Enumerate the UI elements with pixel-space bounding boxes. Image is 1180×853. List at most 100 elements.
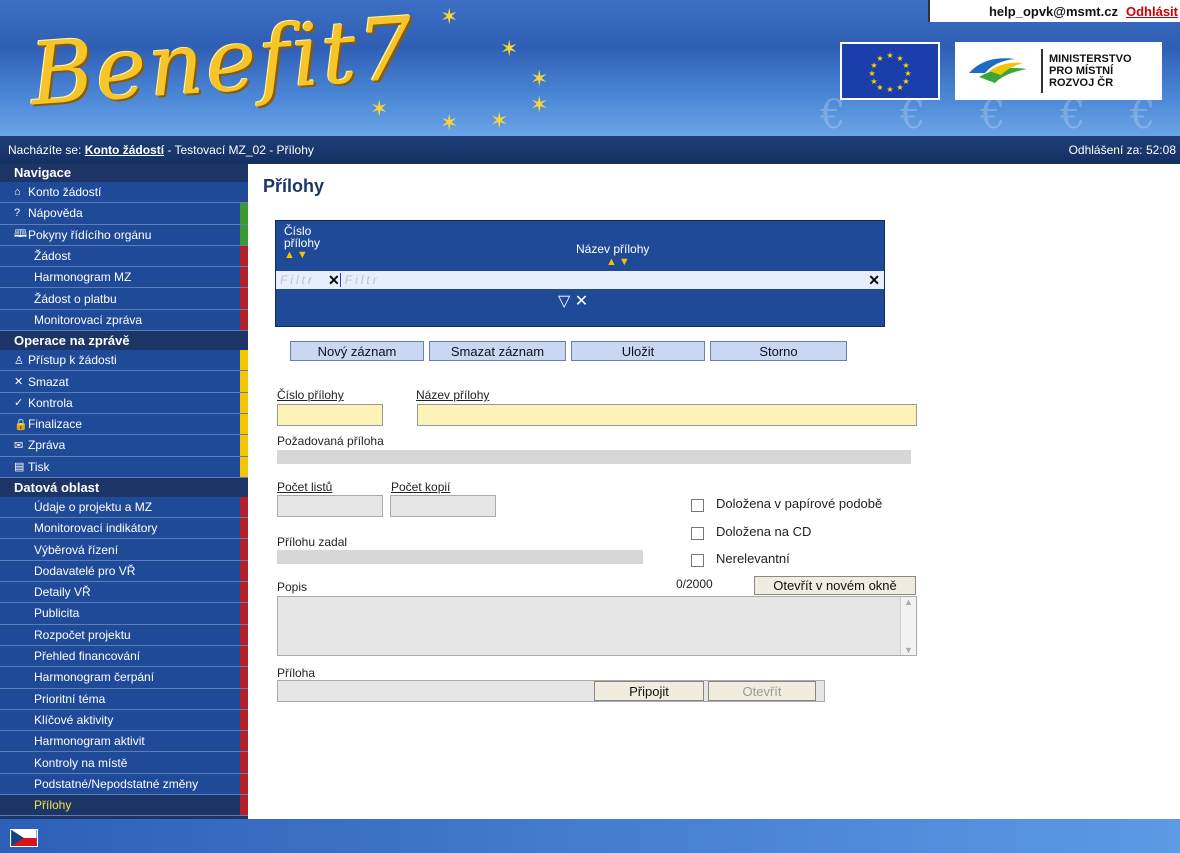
sidebar-item[interactable]: Monitorovací zpráva [0,309,248,332]
new-record-button[interactable]: Nový záznam [290,341,424,361]
cancel-button[interactable]: Storno [710,341,847,361]
nav-list: ⌂ Konto žádostí? Nápověda 🕮 Pokyny řídícího … [0,182,248,332]
nazev-input[interactable] [417,404,917,426]
scroll-down-icon[interactable]: ▼ [901,645,916,655]
sidebar-item[interactable]: Klíčové aktivity [0,709,248,732]
sidebar-item-label: Publicita [34,606,80,621]
textarea-scrollbar[interactable]: ▲ ▼ [900,597,916,655]
pocet-listu-label: Počet listů [277,480,333,494]
czech-flag-icon[interactable] [10,829,38,847]
help-icon: ? [14,207,21,220]
sidebar-item[interactable]: Prioritní téma [0,688,248,710]
main-content: Přílohy Číslo přílohy ▲▼ Název přílohy ▲… [248,164,1180,819]
sidebar-item-label: Detaily VŘ [34,585,91,600]
zadal-label: Přílohu zadal [277,535,348,549]
sidebar-item[interactable]: Publicita [0,603,248,625]
sidebar-item[interactable]: Harmonogram čerpání [0,667,248,689]
sidebar-item[interactable]: Přílohy [0,795,248,817]
ministry-line: MINISTERSTVO [1049,53,1132,65]
pocet-listu-input[interactable] [277,495,383,517]
breadcrumb-rest: - Testovací MZ_02 - Přílohy [167,143,314,157]
sidebar-item-label: Výběrová řízení [34,542,119,557]
clear-filter-icon[interactable]: ✕ [868,272,880,289]
sidebar-item-label: Přehled financování [34,649,141,664]
sidebar-item-marker [240,350,248,371]
sidebar-item-marker [240,267,248,288]
sidebar-item[interactable]: Kontroly na místě [0,752,248,774]
pocet-kopii-input[interactable] [390,495,496,517]
sidebar-item[interactable]: ✓ Kontrola [0,392,248,414]
ops-list: ♙ Přístup k žádosti ✕ Smazat ✓ Kontrola 🔒 Final… [0,350,248,478]
sidebar-item[interactable]: ♙ Přístup k žádosti [0,350,248,372]
sidebar-item-marker [240,203,248,224]
sidebar-item[interactable]: Harmonogram aktivit [0,731,248,753]
sidebar-item-marker [240,731,248,752]
sidebar-item-marker [240,518,248,539]
sidebar-item[interactable]: Dodavatelé pro VŘ [0,560,248,583]
sidebar-item[interactable]: ⌂ Konto žádostí [0,182,248,204]
sidebar-item[interactable]: Údaje o projektu a MZ [0,496,248,519]
filter-icon[interactable]: ▽ [558,293,570,310]
sidebar-item-marker [240,392,248,413]
sidebar-item-label: Monitorovací indikátory [34,521,158,536]
sidebar-item[interactable]: ✕ Smazat [0,371,248,393]
sidebar-item[interactable]: Monitorovací indikátory [0,518,248,540]
sidebar-item[interactable]: 🕮 Pokyny řídícího orgánu [0,224,248,246]
sidebar-item-label: Harmonogram MZ [34,270,132,285]
filter-input-name[interactable]: Filtr [339,273,869,287]
open-in-new-window-button[interactable]: Otevřít v novém okně [754,576,916,595]
sidebar-item-label: Žádost o platbu [34,291,117,306]
sidebar-item[interactable]: Harmonogram MZ [0,267,248,289]
sidebar-item[interactable]: Výběrová řízení [0,539,248,561]
svg-text:★: ★ [896,83,903,92]
logout-link[interactable]: Odhlásit [1126,4,1178,19]
sidebar-item[interactable]: Žádost [0,245,248,268]
sidebar-item[interactable]: ? Nápověda [0,203,248,225]
column-header-name[interactable]: Název přílohy ▲▼ [576,242,649,268]
sidebar-item-marker [240,752,248,773]
home-icon: ⌂ [14,186,21,199]
popis-textarea[interactable]: ▲ ▼ [277,596,917,656]
sidebar-item[interactable]: ✉ Zpráva [0,435,248,457]
book-icon: 🕮 [14,228,27,241]
sidebar-item[interactable]: Podstatné/Nepodstatné změny [0,773,248,796]
sidebar-item[interactable]: Rozpočet projektu [0,624,248,646]
column-header-number[interactable]: Číslo přílohy ▲▼ [284,225,320,261]
eu-stars-icon: ★ ★★ ★★★ ★★★ ★★★ [868,51,911,93]
attach-button[interactable]: Připojit [594,681,704,701]
check-icon: ✓ [14,397,24,410]
sort-arrows-icon[interactable]: ▲▼ [284,249,320,261]
sidebar-item[interactable]: Žádost o platbu [0,288,248,310]
sidebar-item-marker [240,309,248,331]
open-attachment-button[interactable]: Otevřít [708,681,816,701]
nerelevantni-checkbox[interactable] [691,554,704,567]
logo-divider [1041,49,1043,93]
filter-input-number[interactable]: Filtr [276,273,328,287]
ministry-logo: MINISTERSTVO PRO MÍSTNÍ ROZVOJ ČR [955,42,1162,100]
sidebar-item[interactable]: 🔒 Finalizace [0,413,248,436]
clear-filter-icon[interactable]: ✕ [328,272,340,289]
star-icon: ✶ [440,110,459,135]
cd-checkbox[interactable] [691,527,704,540]
breadcrumb-link[interactable]: Konto žádostí [85,143,164,157]
sidebar-item[interactable]: ▤ Tisk [0,456,248,478]
sidebar-item[interactable]: Přehled financování [0,645,248,668]
clear-all-filters-icon[interactable]: ✕ [575,293,588,310]
sidebar-item-label: Klíčové aktivity [34,712,114,727]
star-icon: ✶ [500,36,519,61]
papir-checkbox[interactable] [691,499,704,512]
cislo-input[interactable] [277,404,383,426]
sidebar-item-label: Finalizace [28,417,83,432]
sidebar-item-marker [240,435,248,456]
sidebar-item[interactable]: Detaily VŘ [0,582,248,604]
sort-arrows-icon[interactable]: ▲▼ [576,256,649,268]
save-button[interactable]: Uložit [571,341,705,361]
svg-text:★: ★ [870,77,877,86]
header: € € € € € Benefit7 ✶ ✶ ✶ ✶ ✶ ✶ ✶ help_op… [0,0,1180,136]
delete-record-button[interactable]: Smazat záznam [429,341,566,361]
pozadovana-label: Požadovaná příloha [277,434,384,448]
sidebar-item-marker [240,688,248,709]
sidebar-item-marker [240,224,248,245]
sidebar-item-label: Harmonogram aktivit [34,734,145,749]
scroll-up-icon[interactable]: ▲ [901,597,916,607]
